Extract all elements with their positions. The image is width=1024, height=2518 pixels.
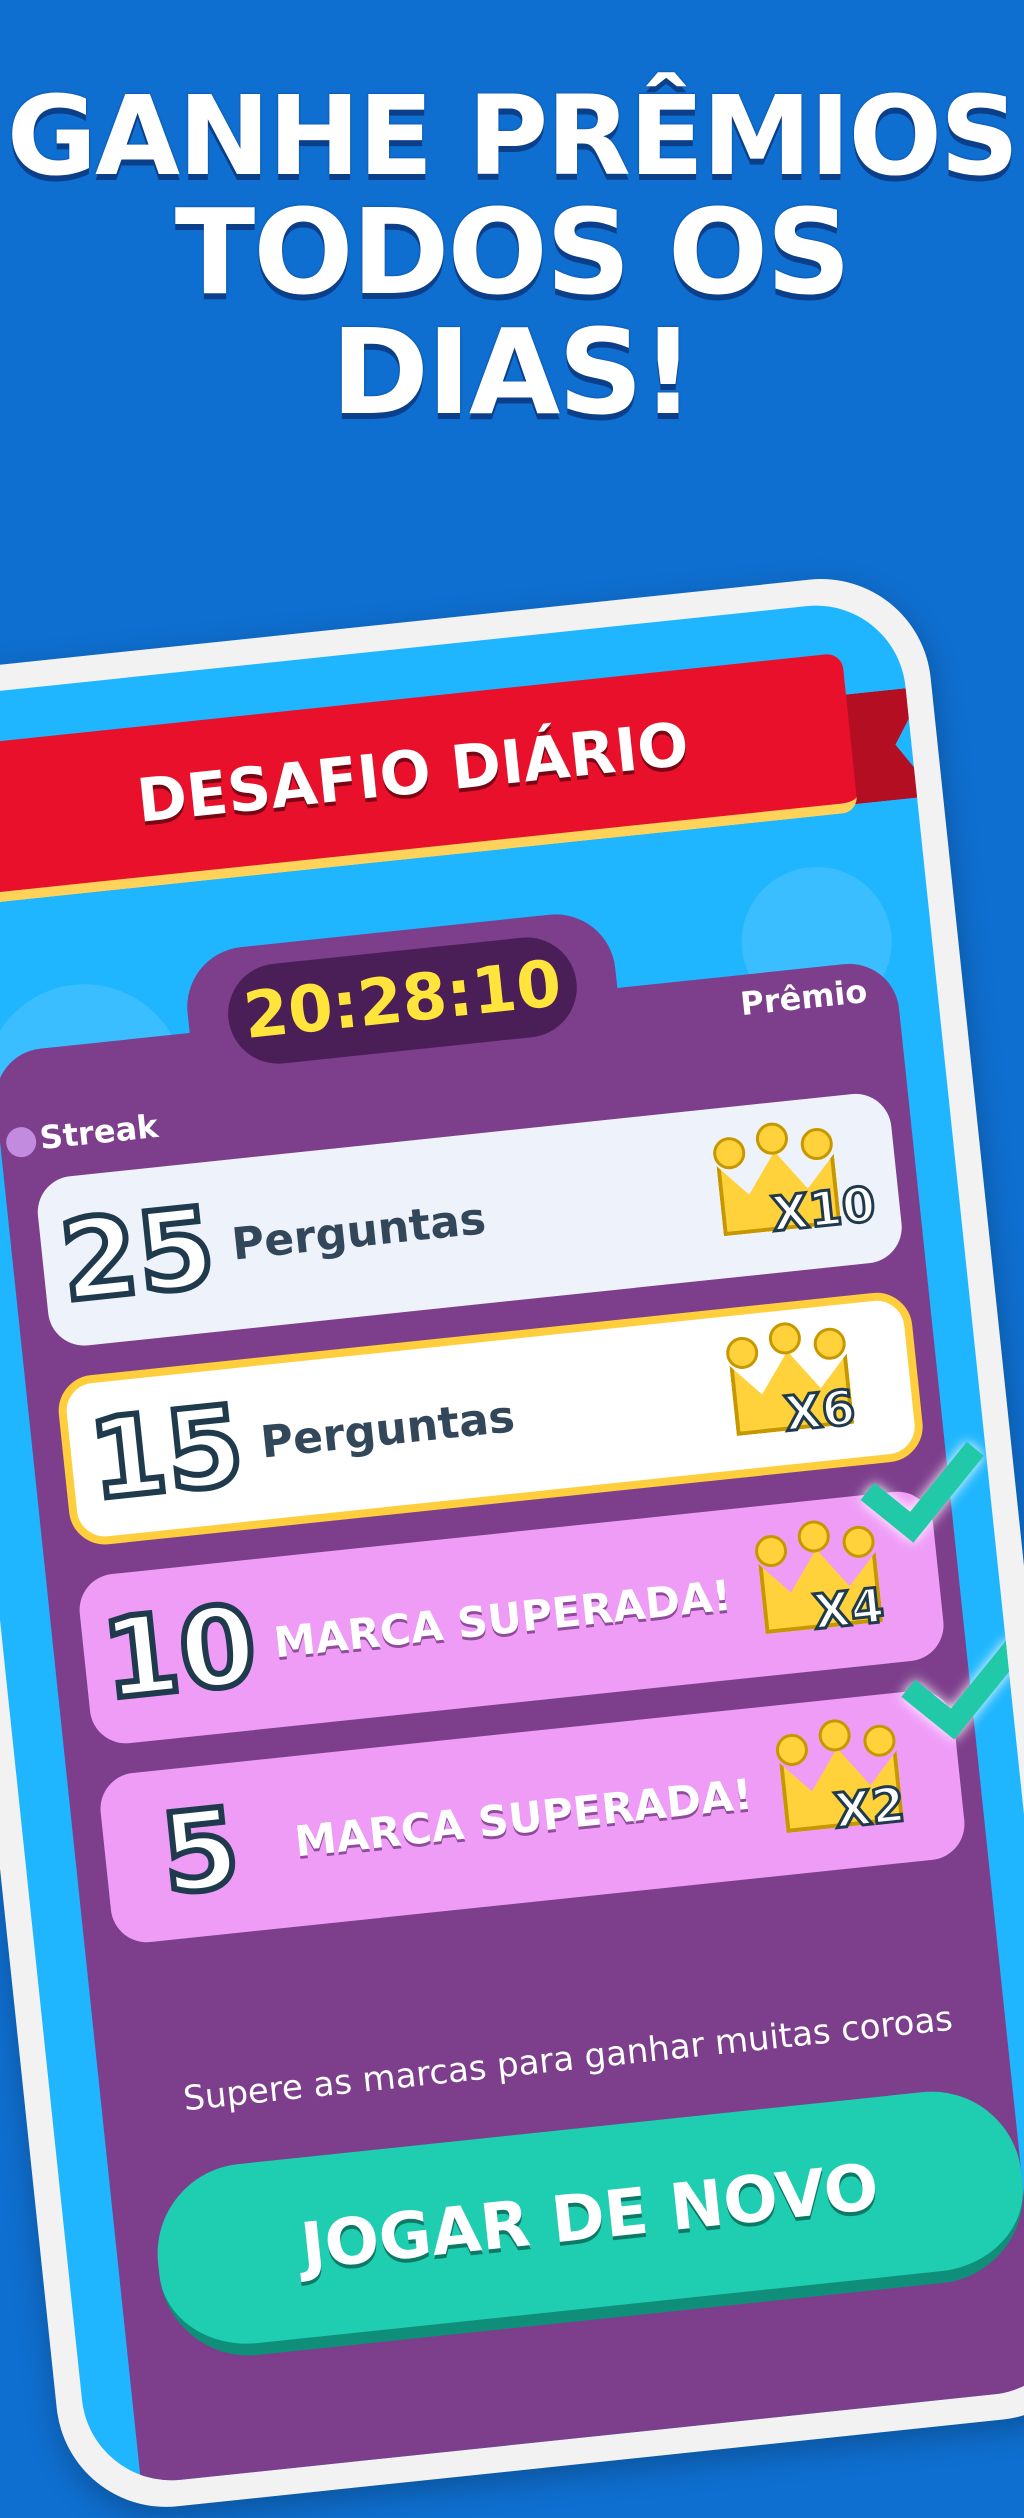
game-screen: DESAFIO DIÁRIO 20:28:10 Streak Prêmio 25… xyxy=(0,596,1024,2490)
reward-multiplier: X6 xyxy=(780,1378,859,1444)
crown-icon-ball xyxy=(799,1126,835,1162)
streak-number: 25 xyxy=(52,1180,224,1329)
headline-line-1: GANHE PRÊMIOS xyxy=(6,72,1020,200)
crown-icon-ball xyxy=(754,1121,790,1157)
streak-label: MARCA SUPERADA! xyxy=(271,1570,734,1667)
crown-icon-ball xyxy=(753,1533,789,1569)
daily-challenge-banner: DESAFIO DIÁRIO xyxy=(0,652,859,904)
crown-icon-ball xyxy=(840,1524,877,1560)
crown-icon-ball xyxy=(796,1518,832,1555)
crown-icon-ball xyxy=(812,1326,848,1362)
crown-icon-ball xyxy=(861,1723,898,1759)
crown-icon-ball xyxy=(817,1717,853,1753)
crown-icon-ball xyxy=(724,1335,760,1371)
streak-number: 5 xyxy=(153,1781,249,1922)
streak-number: 15 xyxy=(81,1378,253,1527)
reward: X10 xyxy=(703,1112,886,1259)
reward-multiplier: X10 xyxy=(768,1175,880,1245)
reward: X2 xyxy=(765,1709,948,1856)
streak-label: MARCA SUPERADA! xyxy=(292,1768,755,1866)
streak-label: Perguntas xyxy=(229,1192,489,1271)
headline-line-2: TODOS OS DIAS! xyxy=(174,183,851,441)
reward-multiplier: X2 xyxy=(830,1775,909,1841)
reward-multiplier: X4 xyxy=(809,1576,888,1642)
crown-icon-ball xyxy=(774,1732,810,1768)
phone-frame: DESAFIO DIÁRIO 20:28:10 Streak Prêmio 25… xyxy=(0,568,1024,2518)
promo-headline: GANHE PRÊMIOS TODOS OS DIAS! xyxy=(0,80,1024,432)
crown-icon-ball xyxy=(767,1320,803,1356)
reward: X6 xyxy=(716,1312,899,1459)
streak-label: Perguntas xyxy=(258,1390,518,1469)
streak-number: 10 xyxy=(94,1578,266,1727)
crown-icon-ball xyxy=(711,1135,747,1171)
